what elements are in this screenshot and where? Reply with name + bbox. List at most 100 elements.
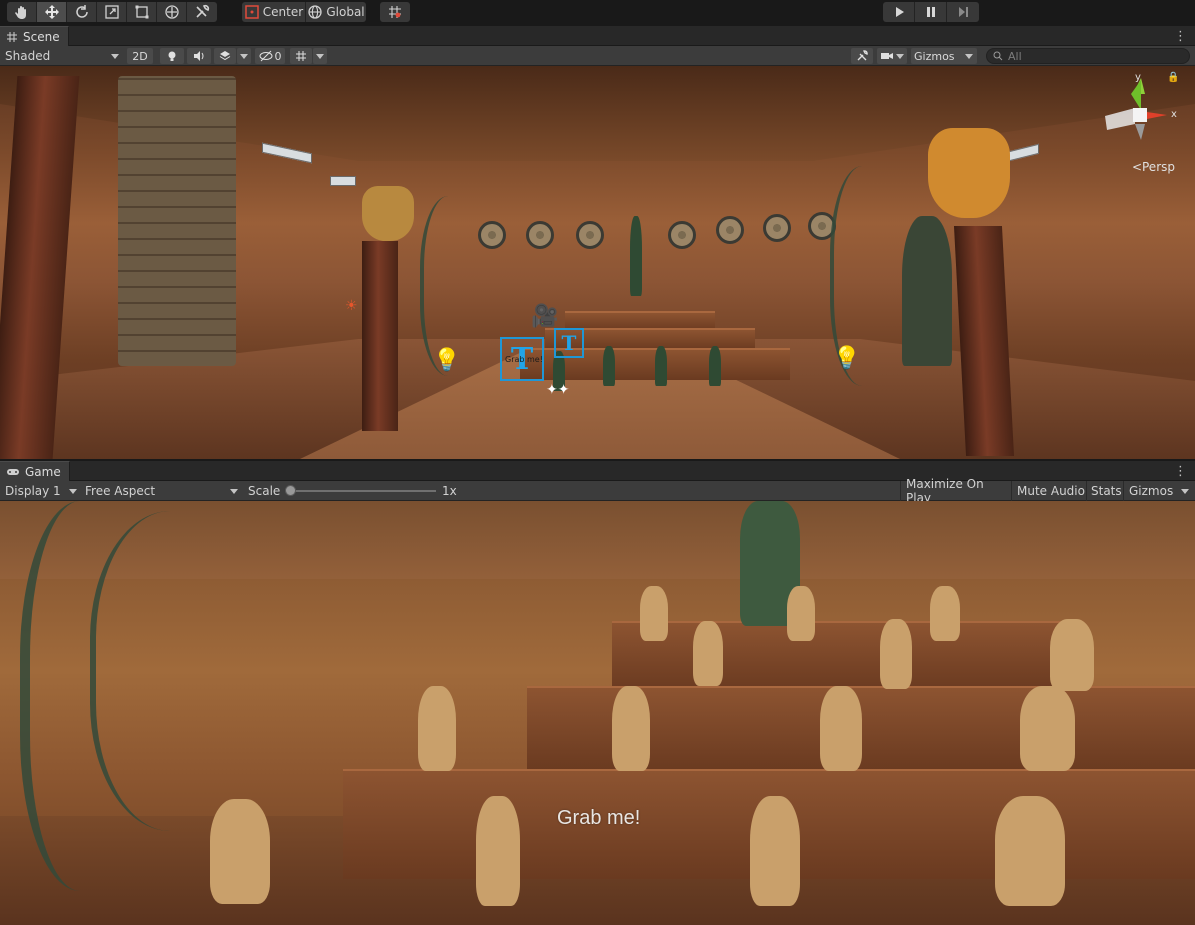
scene-tab-label: Scene [23, 29, 60, 44]
rotate-tool-button[interactable] [67, 2, 97, 22]
custom-tool-button[interactable] [187, 2, 217, 22]
grid-icon [296, 51, 306, 61]
grid-snap-button[interactable] [380, 2, 410, 22]
scale-label: Scale [248, 484, 281, 498]
maximize-on-play-toggle[interactable]: Maximize On Play [900, 477, 1010, 505]
game-toolbar: Display 1 Free Aspect Scale 1x Maximize … [0, 477, 1195, 505]
clay-figurine [820, 686, 862, 771]
pause-icon [926, 7, 935, 17]
decor-wheel [716, 216, 744, 244]
rect-transform-icon [135, 5, 148, 19]
projection-toggle[interactable]: <Persp [1132, 160, 1175, 174]
camera-settings-button[interactable] [877, 48, 907, 64]
2d-mode-button[interactable]: 2D [127, 48, 153, 64]
scene-menu-icon[interactable]: ⋮ [1174, 29, 1187, 44]
chevron-down-icon [965, 53, 973, 59]
persp-arrow-icon: < [1131, 160, 1142, 174]
move-tool-button[interactable] [37, 2, 67, 22]
wall-window [1005, 143, 1039, 163]
scene-tools-button[interactable] [851, 48, 873, 64]
camera-gizmo-icon[interactable]: 🎥 [531, 304, 558, 329]
scene-grid-icon [7, 31, 17, 42]
pivot-mode-label: Center [262, 5, 304, 19]
display-step [612, 621, 1082, 691]
scene-gizmos-label: Gizmos [914, 49, 955, 63]
transform-tool-button[interactable] [157, 2, 187, 22]
transform-tools [7, 2, 217, 22]
scene-tab[interactable]: Scene [0, 26, 69, 46]
bronze-figure [902, 216, 952, 366]
chevron-down-icon [69, 489, 77, 494]
pivot-mode-button[interactable]: Center [242, 2, 306, 22]
eye-hidden-icon [259, 50, 272, 62]
pause-button[interactable] [915, 2, 947, 22]
scene-search-field[interactable]: All [986, 48, 1190, 64]
scene-gizmos-button[interactable]: Gizmos [911, 48, 977, 64]
scale-slider-handle[interactable] [285, 485, 296, 496]
scale-tool-button[interactable] [97, 2, 127, 22]
mute-audio-label: Mute Audio [1017, 484, 1085, 498]
transform-icon [164, 5, 179, 19]
scene-search-placeholder: All [1008, 49, 1022, 63]
clay-figurine [787, 586, 815, 641]
pivot-space-button[interactable]: Global [306, 2, 366, 22]
hidden-objects-toggle[interactable]: 0 [255, 48, 285, 64]
tools-icon [857, 50, 868, 61]
clay-figurine [880, 619, 912, 689]
clay-figurine [612, 686, 650, 771]
light-gizmo-icon[interactable]: 💡 [833, 346, 860, 371]
text-gizmo-caption: Grab me! [505, 355, 543, 364]
wall-window [330, 176, 356, 186]
audio-toggle[interactable] [187, 48, 211, 64]
gamepad-icon [7, 468, 19, 475]
stats-toggle[interactable]: Stats [1086, 481, 1123, 501]
lock-icon[interactable]: 🔒 [1167, 72, 1179, 83]
layers-icon [219, 51, 231, 61]
light-gizmo-icon[interactable]: 💡 [433, 348, 460, 373]
lighting-toggle[interactable] [160, 48, 184, 64]
chevron-down-icon [316, 53, 324, 59]
decor-wheel [763, 214, 791, 242]
stone-column [118, 76, 236, 366]
rotate-icon [75, 5, 88, 18]
hand-icon [14, 6, 26, 19]
mute-audio-toggle[interactable]: Mute Audio [1011, 481, 1086, 501]
text-gizmo-icon[interactable]: T [554, 328, 584, 358]
effects-toggle[interactable] [214, 48, 236, 64]
grid-dropdown[interactable] [313, 48, 327, 64]
hand-tool-button[interactable] [7, 2, 37, 22]
game-viewport[interactable]: Grab me! [0, 501, 1195, 925]
shading-mode-dropdown[interactable]: Shaded [5, 46, 123, 66]
guard-statue [603, 346, 615, 386]
grab-me-text[interactable]: Grab me! [557, 807, 640, 830]
play-button[interactable] [883, 2, 915, 22]
clay-figurine [930, 586, 960, 641]
lightbulb-icon [168, 51, 176, 61]
orientation-gizmo[interactable]: y x 🔒 [1095, 72, 1185, 158]
clay-figurine [640, 586, 668, 641]
scale-icon [104, 5, 119, 19]
2d-mode-label: 2D [132, 49, 148, 63]
central-statue [630, 216, 642, 296]
display-dropdown[interactable]: Display 1 [5, 481, 79, 501]
bronze-tree [90, 511, 290, 831]
decor-wheel [526, 221, 554, 249]
clay-figurine [750, 796, 800, 906]
scale-slider-track[interactable] [290, 490, 436, 492]
rect-tool-button[interactable] [127, 2, 157, 22]
chevron-down-icon [1181, 489, 1189, 494]
light-gizmo-icon[interactable]: ☀ [345, 298, 358, 314]
game-menu-icon[interactable]: ⋮ [1174, 464, 1187, 479]
scene-viewport[interactable]: 💡 💡 ☀ 🎥 T Grab me! T ✦✦ y x 🔒 <Persp [0, 66, 1195, 459]
game-gizmos-button[interactable]: Gizmos [1123, 481, 1195, 501]
effects-dropdown[interactable] [237, 48, 251, 64]
grid-toggle[interactable] [290, 48, 312, 64]
snap-tools [380, 2, 410, 22]
game-tab[interactable]: Game [0, 461, 70, 481]
move-icon [44, 5, 59, 19]
particle-gizmo-icon[interactable]: ✦✦ [546, 382, 569, 398]
guard-statue [709, 346, 721, 386]
play-icon [895, 7, 904, 17]
aspect-dropdown[interactable]: Free Aspect [85, 481, 240, 501]
step-button[interactable] [947, 2, 979, 22]
